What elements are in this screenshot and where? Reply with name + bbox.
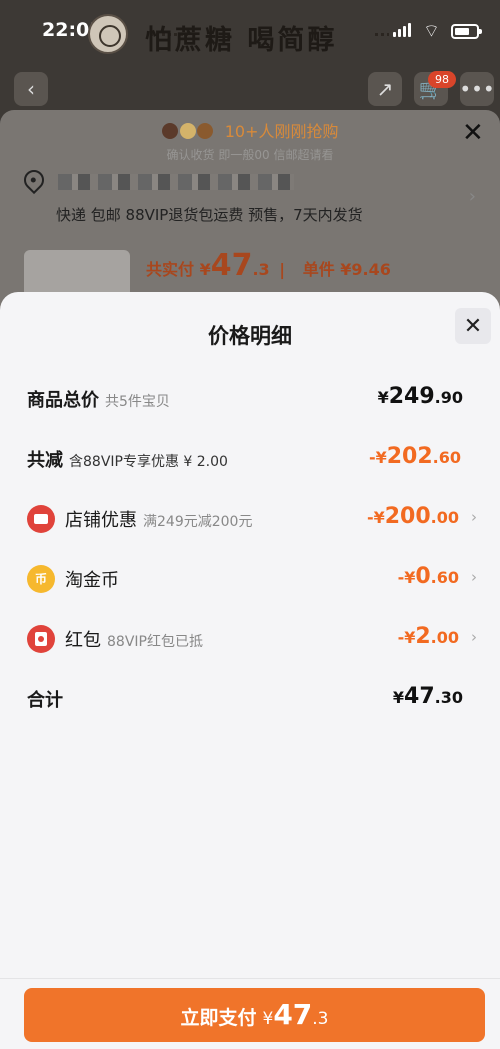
row-amount: -¥200.00 [367,504,459,529]
chevron-left-icon: ‹ [27,77,35,101]
amount-dec: .00 [430,628,459,647]
amount-currency: -¥ [397,568,416,587]
amount-int: 2 [415,624,431,649]
amount-dec: .60 [432,448,461,467]
divider: | [279,260,286,279]
share-icon: ↗ [376,77,394,101]
back-button[interactable]: ‹ [14,72,48,106]
pay-button-dec: .3 [312,1009,329,1029]
row-total-discount: 共减 含88VIP专享优惠 ¥ 2.00 -¥202.60 [27,444,473,474]
amount-dec: .30 [434,688,463,707]
row-label: 商品总价 共5件宝贝 [27,386,170,412]
row-note: 含88VIP专享优惠 ¥ 2.00 [69,454,228,470]
battery-icon [451,24,482,39]
row-taojinbi[interactable]: 币 淘金币 -¥0.60 › [27,564,477,594]
row-amount: ¥249.90 [378,384,463,409]
share-button[interactable]: ↗ [368,72,402,106]
chevron-right-icon: › [471,628,477,646]
pay-int: 47 [210,248,253,283]
amount-currency: -¥ [397,628,416,647]
amount-int: 0 [415,564,431,589]
row-label: 店铺优惠 满249元减200元 [65,506,252,532]
status-bar: 22:03 怕蔗糖 喝简醇 ⌔ [0,0,500,62]
shipping-info: 快递 包邮 88VIP退货包运费 预售，7天内发货 [56,206,363,224]
more-button[interactable]: ••• [459,72,495,106]
amount-dec: .90 [434,388,463,407]
pay-button-label: 立即支付 [180,1007,257,1029]
amount-currency: -¥ [366,508,385,527]
chevron-right-icon: › [468,186,476,207]
brand-banner-text: 怕蔗糖 喝简醇 [145,25,338,56]
row-label: 合计 [27,686,63,712]
row-label-text: 商品总价 [27,390,99,411]
row-note: 88VIP红包已抵 [107,634,203,650]
address-blurred [58,174,294,190]
row-grand-total: 合计 ¥47.30 [27,684,473,714]
row-label-text: 店铺优惠 [65,510,137,531]
row-shop-discount[interactable]: 店铺优惠 满249元减200元 -¥200.00 › [27,504,477,534]
amount-currency: ¥ [392,688,405,707]
row-label: 淘金币 [65,566,119,592]
avatar [178,122,197,140]
coin-icon: 币 [27,565,55,593]
unit-price: 单件 ¥9.46 [302,260,391,279]
close-icon[interactable]: ✕ [462,118,484,148]
close-button[interactable]: ✕ [455,308,491,344]
row-note: 满249元减200元 [143,514,253,530]
row-amount: -¥202.60 [369,444,461,469]
amount-int: 249 [388,384,435,409]
more-icon: ••• [459,77,495,101]
pay-button-int: 47 [273,998,313,1031]
pay-label: 共实付 ¥ [146,260,211,279]
close-icon: ✕ [463,313,483,339]
total-paid-summary: 共实付 ¥47.3 | 单件 ¥9.46 [146,248,391,283]
popular-subtext: 确认收货 即一般00 信邮超请看 [166,148,334,162]
row-label: 共减 含88VIP专享优惠 ¥ 2.00 [27,446,228,472]
chevron-right-icon: › [471,508,477,526]
popular-text: 10+人刚刚抢购 [224,122,339,141]
row-total-goods: 商品总价 共5件宝贝 ¥249.90 [27,384,473,414]
avatar [195,122,214,140]
row-label-text: 合计 [27,690,63,711]
wifi-icon: ⌔ [423,21,440,42]
brand-logo-icon [88,14,128,54]
amount-currency: -¥ [368,448,387,467]
amount-dec: .60 [430,568,459,587]
chevron-right-icon: › [471,568,477,586]
amount-int: 202 [386,444,433,469]
pay-dec: .3 [252,260,270,279]
row-note: 共5件宝贝 [105,394,170,410]
amount-int: 200 [384,504,431,529]
cart-count-badge: 98 [428,71,456,88]
row-label-text: 淘金币 [65,570,119,591]
price-detail-sheet: 价格明细 ✕ 商品总价 共5件宝贝 ¥249.90 共减 含88VIP专享优惠 ¥ … [0,292,500,1049]
avatar [161,122,180,140]
pay-button-currency: ¥ [262,1009,274,1029]
row-amount: -¥0.60 [398,564,459,589]
popular-purchase-banner: 10+人刚刚抢购 确认收货 即一般00 信邮超请看 [0,118,500,163]
signal-icon [393,23,411,37]
amount-int: 47 [404,684,435,709]
sound-wave-icon [375,33,389,36]
row-amount: -¥2.00 [398,624,459,649]
row-amount: ¥47.30 [393,684,463,709]
row-red-packet[interactable]: 红包 88VIP红包已抵 -¥2.00 › [27,624,477,654]
amount-currency: ¥ [377,388,389,407]
shop-icon [27,505,55,533]
sheet-title: 价格明细 [208,324,292,348]
amount-dec: .00 [430,508,459,527]
row-label-text: 共减 [27,450,63,471]
row-label: 红包 88VIP红包已抵 [65,626,203,652]
pay-now-button[interactable]: 立即支付 ¥47.3 [24,988,485,1042]
row-label-text: 红包 [65,630,101,651]
red-packet-icon [27,625,55,653]
